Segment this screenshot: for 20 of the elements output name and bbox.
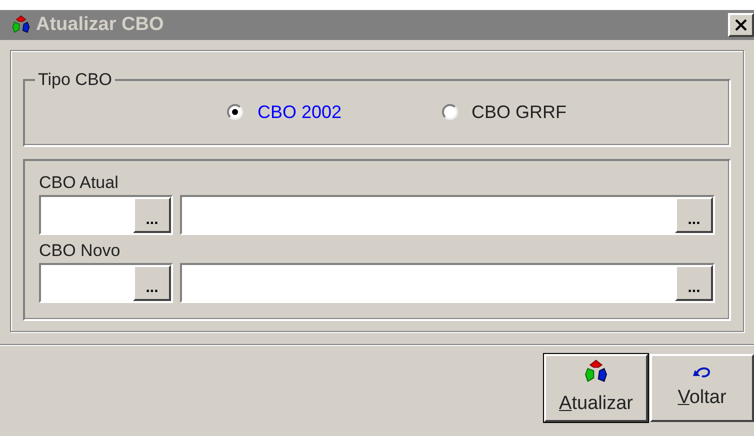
update-button[interactable]: Atualizar bbox=[544, 354, 648, 422]
field-label: CBO Atual bbox=[39, 173, 120, 193]
close-icon bbox=[735, 19, 747, 31]
lookup-button[interactable]: ... bbox=[133, 197, 171, 233]
code-field[interactable]: ... bbox=[39, 195, 173, 235]
description-field[interactable]: ... bbox=[180, 263, 715, 303]
radio-option[interactable]: CBO 2002 bbox=[227, 98, 342, 126]
window-title: Atualizar CBO bbox=[36, 12, 165, 37]
radio-button[interactable] bbox=[227, 104, 244, 120]
lookup-button[interactable]: ... bbox=[675, 265, 713, 301]
lookup-button[interactable]: ... bbox=[133, 265, 171, 301]
radio-option[interactable]: CBO GRRF bbox=[442, 98, 567, 126]
code-field[interactable]: ... bbox=[39, 263, 173, 303]
group-legend: Tipo CBO bbox=[35, 67, 116, 92]
description-field[interactable]: ... bbox=[180, 195, 715, 235]
close-button[interactable] bbox=[728, 13, 754, 37]
back-button[interactable]: Voltar bbox=[650, 354, 754, 422]
radio-button[interactable] bbox=[442, 104, 458, 120]
lookup-button[interactable]: ... bbox=[675, 197, 713, 233]
field-label: CBO Novo bbox=[39, 241, 122, 261]
